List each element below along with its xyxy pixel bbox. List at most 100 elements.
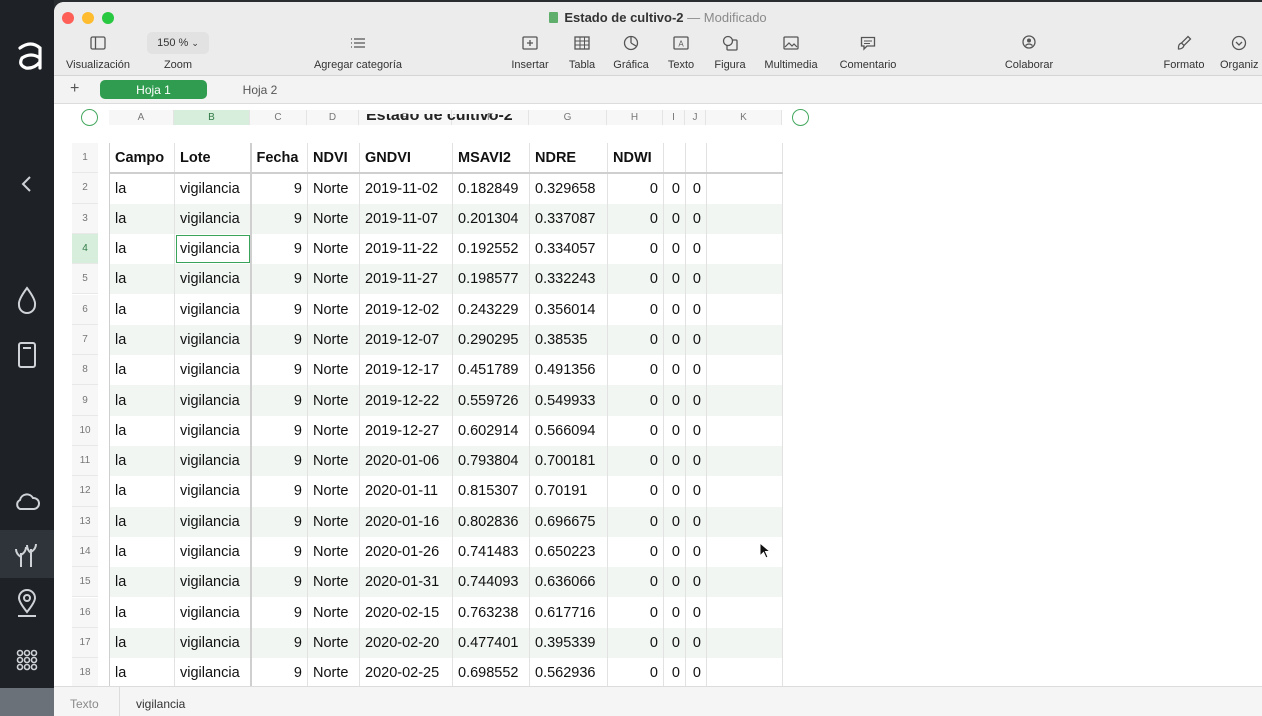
- table-cell[interactable]: vigilancia: [174, 233, 252, 265]
- table-cell[interactable]: 0.290295: [452, 324, 530, 356]
- table-cell[interactable]: 2019-11-07: [359, 203, 453, 234]
- table-cell[interactable]: Norte: [307, 415, 360, 446]
- add-sheet-button[interactable]: +: [70, 80, 79, 98]
- view-button[interactable]: Visualización: [60, 32, 136, 71]
- table-cell[interactable]: vigilancia: [174, 385, 252, 416]
- table-cell[interactable]: 0.70191: [529, 476, 608, 507]
- table-cell[interactable]: 2019-12-02: [359, 294, 453, 325]
- table-cell[interactable]: 9: [250, 476, 308, 507]
- table-cell[interactable]: 0: [607, 355, 664, 386]
- table-cell[interactable]: la: [109, 324, 175, 356]
- table-cell[interactable]: 2019-11-27: [359, 264, 453, 295]
- table-cell[interactable]: vigilancia: [174, 415, 252, 446]
- tab-hoja-2[interactable]: Hoja 2: [214, 80, 306, 99]
- table-cell[interactable]: 0: [685, 324, 707, 356]
- row-header[interactable]: 13: [72, 506, 98, 537]
- table-cell[interactable]: 0: [685, 415, 707, 446]
- table-cell[interactable]: 0.337087: [529, 203, 608, 234]
- table-cell[interactable]: la: [109, 355, 175, 386]
- table-cell[interactable]: 0: [663, 233, 686, 265]
- row-header[interactable]: 1: [72, 143, 98, 174]
- table-cell[interactable]: 0: [607, 536, 664, 568]
- row-header[interactable]: 2: [72, 173, 98, 204]
- row-header[interactable]: 9: [72, 385, 98, 416]
- table-cell[interactable]: 0: [663, 264, 686, 295]
- table-cell[interactable]: 0: [663, 385, 686, 416]
- back-icon[interactable]: [0, 164, 54, 204]
- column-resize-handle[interactable]: [792, 109, 809, 126]
- table-cell[interactable]: 0.332243: [529, 264, 608, 295]
- table-cell[interactable]: 0: [663, 445, 686, 477]
- header-cell[interactable]: GNDVI: [359, 143, 453, 175]
- table-cell[interactable]: 0.38535: [529, 324, 608, 356]
- text-button[interactable]: A Texto: [661, 32, 701, 71]
- table-cell[interactable]: 0.192552: [452, 233, 530, 265]
- table-cell[interactable]: 2020-01-16: [359, 506, 453, 537]
- table-cell[interactable]: 0: [607, 567, 664, 598]
- tab-hoja-1[interactable]: Hoja 1: [100, 80, 207, 99]
- table-cell[interactable]: 0.815307: [452, 476, 530, 507]
- table-cell[interactable]: la: [109, 173, 175, 204]
- row-header[interactable]: 6: [72, 294, 98, 325]
- table-cell[interactable]: [706, 627, 783, 659]
- row-header[interactable]: 4: [72, 233, 98, 265]
- table-cell[interactable]: Norte: [307, 203, 360, 234]
- table-cell[interactable]: 0.696675: [529, 506, 608, 537]
- table-cell[interactable]: 2020-01-06: [359, 445, 453, 477]
- table-cell[interactable]: 0.698552: [452, 658, 530, 686]
- table-cell[interactable]: 0: [685, 627, 707, 659]
- header-cell[interactable]: MSAVI2: [452, 143, 530, 175]
- table-cell[interactable]: Norte: [307, 627, 360, 659]
- table-cell[interactable]: 0: [663, 294, 686, 325]
- table-cell[interactable]: Norte: [307, 567, 360, 598]
- table-cell[interactable]: 2019-11-22: [359, 233, 453, 265]
- table-cell[interactable]: 0.198577: [452, 264, 530, 295]
- header-cell[interactable]: [706, 143, 783, 175]
- table-cell[interactable]: 0: [663, 324, 686, 356]
- column-header-c[interactable]: C: [250, 110, 307, 125]
- row-header[interactable]: 10: [72, 415, 98, 446]
- header-cell[interactable]: Lote: [174, 143, 252, 175]
- column-header-g[interactable]: G: [529, 110, 607, 125]
- location-icon[interactable]: [0, 584, 54, 624]
- table-cell[interactable]: 0.491356: [529, 355, 608, 386]
- table-cell[interactable]: vigilancia: [174, 203, 252, 234]
- row-header[interactable]: 17: [72, 627, 98, 659]
- table-cell[interactable]: Norte: [307, 324, 360, 356]
- table-cell[interactable]: 9: [250, 658, 308, 686]
- table-cell[interactable]: 9: [250, 415, 308, 446]
- table-cell[interactable]: 9: [250, 445, 308, 477]
- table-cell[interactable]: 9: [250, 385, 308, 416]
- table-cell[interactable]: vigilancia: [174, 597, 252, 628]
- table-cell[interactable]: Norte: [307, 506, 360, 537]
- table-cell[interactable]: 0.744093: [452, 567, 530, 598]
- column-header-k[interactable]: K: [706, 110, 782, 125]
- table-cell[interactable]: 0.334057: [529, 233, 608, 265]
- table-cell[interactable]: vigilancia: [174, 476, 252, 507]
- table-cell[interactable]: 0: [607, 233, 664, 265]
- table-cell[interactable]: 2019-11-02: [359, 173, 453, 204]
- table-cell[interactable]: la: [109, 627, 175, 659]
- media-button[interactable]: Multimedia: [758, 32, 824, 71]
- table-cell[interactable]: [706, 324, 783, 356]
- shape-button[interactable]: Figura: [708, 32, 752, 71]
- collaborate-button[interactable]: Colaborar: [998, 32, 1060, 71]
- table-cell[interactable]: 9: [250, 597, 308, 628]
- table-cell[interactable]: 0.650223: [529, 536, 608, 568]
- format-button[interactable]: Formato: [1160, 32, 1208, 71]
- table-cell[interactable]: 0: [663, 567, 686, 598]
- table-cell[interactable]: 0: [607, 324, 664, 356]
- table-cell[interactable]: 9: [250, 294, 308, 325]
- table-cell[interactable]: 0.451789: [452, 355, 530, 386]
- table-cell[interactable]: [706, 415, 783, 446]
- zoom-control[interactable]: 150 % ⌄ Zoom: [146, 32, 210, 71]
- table-cell[interactable]: 0: [685, 233, 707, 265]
- header-cell[interactable]: [663, 143, 686, 175]
- table-cell[interactable]: la: [109, 415, 175, 446]
- table-cell[interactable]: 0.182849: [452, 173, 530, 204]
- header-cell[interactable]: NDWI: [607, 143, 664, 175]
- table-cell[interactable]: 0: [607, 264, 664, 295]
- table-cell[interactable]: vigilancia: [174, 536, 252, 568]
- table-cell[interactable]: 0: [663, 597, 686, 628]
- table-cell[interactable]: 9: [250, 355, 308, 386]
